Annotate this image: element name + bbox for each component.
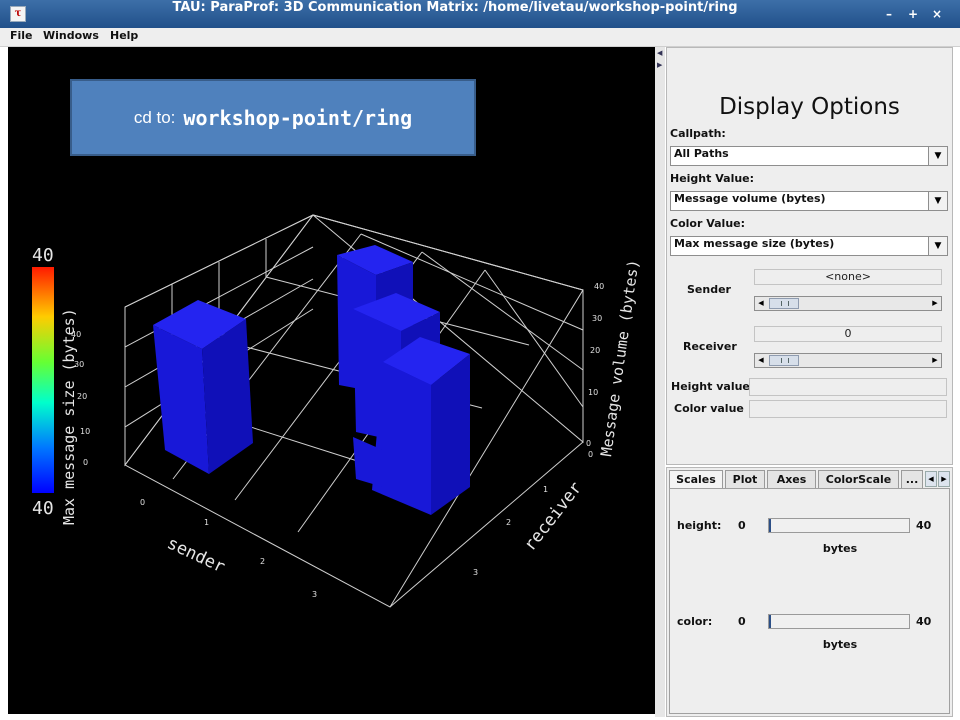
color-scale-label: color: bbox=[677, 615, 713, 628]
colorscale-bottom-label: 40 bbox=[32, 498, 54, 519]
color-value-dropdown[interactable]: Max message size (bytes) ▼ bbox=[670, 236, 948, 256]
color-scale-unit: bytes bbox=[822, 638, 858, 651]
sender-tick-3: 3 bbox=[312, 590, 317, 599]
left-tick-1: 10 bbox=[80, 427, 90, 436]
z-tick-2: 20 bbox=[590, 346, 600, 355]
display-options-panel: Display Options Callpath: All Paths ▼ He… bbox=[666, 47, 953, 465]
tab-scroll-right-icon[interactable]: ▶ bbox=[938, 471, 950, 487]
sender-tick-2: 2 bbox=[260, 557, 265, 566]
sender-label: Sender bbox=[687, 283, 731, 296]
scroll-left-icon[interactable]: ◀ bbox=[755, 354, 767, 367]
menu-file[interactable]: File bbox=[10, 28, 33, 44]
left-tick-2: 20 bbox=[77, 392, 87, 401]
close-icon[interactable]: × bbox=[928, 5, 946, 23]
receiver-slider-thumb[interactable] bbox=[769, 355, 799, 366]
color-scale-max: 40 bbox=[916, 615, 932, 628]
receiver-slider[interactable]: ◀ ▶ bbox=[754, 353, 942, 368]
height-value-field[interactable] bbox=[749, 378, 947, 396]
title-bar: τ TAU: ParaProf: 3D Communication Matrix… bbox=[0, 0, 960, 28]
tab-colorscale[interactable]: ColorScale bbox=[818, 470, 899, 488]
scroll-right-icon[interactable]: ▶ bbox=[929, 354, 941, 367]
height-value-field-label: Height value bbox=[671, 380, 750, 393]
colorscale-top-label: 40 bbox=[32, 245, 54, 266]
collapse-left-icon[interactable]: ◀ bbox=[657, 49, 662, 57]
sender-slider-thumb[interactable] bbox=[769, 298, 799, 309]
tab-more[interactable]: ... bbox=[901, 470, 923, 488]
callpath-value: All Paths bbox=[674, 147, 729, 160]
height-scale-unit: bytes bbox=[822, 542, 858, 555]
height-scale-max: 40 bbox=[916, 519, 932, 532]
callout-prefix: cd to: bbox=[133, 107, 176, 127]
receiver-label: Receiver bbox=[683, 340, 737, 353]
receiver-axis-label: receiver bbox=[520, 478, 586, 555]
chevron-down-icon[interactable]: ▼ bbox=[928, 192, 947, 210]
z-tick-3: 30 bbox=[592, 314, 602, 323]
window-title: TAU: ParaProf: 3D Communication Matrix: … bbox=[172, 0, 738, 15]
colorscale-bar bbox=[32, 267, 54, 493]
receiver-tick-3: 3 bbox=[473, 568, 478, 577]
plot-canvas[interactable]: 0 10 20 30 40 0 10 20 30 40 0 1 2 3 0 1 … bbox=[8, 47, 655, 714]
tab-plot[interactable]: Plot bbox=[725, 470, 765, 488]
color-scale-min: 0 bbox=[738, 615, 746, 628]
tab-scroll-left-icon[interactable]: ◀ bbox=[925, 471, 937, 487]
height-value-dropdown[interactable]: Message volume (bytes) ▼ bbox=[670, 191, 948, 211]
left-tick-0: 0 bbox=[83, 458, 88, 467]
callout-box: cd to: workshop-point/ring bbox=[70, 79, 476, 156]
color-scale-slider[interactable] bbox=[768, 614, 910, 629]
color-value-label: Color Value: bbox=[670, 217, 746, 230]
settings-tab-panel: Scales Plot Axes ColorScale ... ◀ ▶ heig… bbox=[666, 467, 953, 717]
callout-path: workshop-point/ring bbox=[183, 105, 413, 130]
scroll-left-icon[interactable]: ◀ bbox=[755, 297, 767, 310]
height-scale-min: 0 bbox=[738, 519, 746, 532]
maximize-icon[interactable]: + bbox=[904, 5, 922, 23]
sender-tick-0: 0 bbox=[140, 498, 145, 507]
sender-value: <none> bbox=[754, 269, 942, 285]
z-tick-1: 10 bbox=[588, 388, 598, 397]
chevron-down-icon[interactable]: ▼ bbox=[928, 237, 947, 255]
receiver-value: 0 bbox=[754, 326, 942, 342]
z-tick-0: 0 bbox=[586, 439, 591, 448]
collapse-right-icon[interactable]: ▶ bbox=[657, 61, 662, 69]
tau-icon[interactable]: τ bbox=[10, 6, 26, 22]
callpath-dropdown[interactable]: All Paths ▼ bbox=[670, 146, 948, 166]
receiver-tick-0: 0 bbox=[588, 450, 593, 459]
tab-axes[interactable]: Axes bbox=[767, 470, 816, 488]
split-divider[interactable]: ◀ ▶ bbox=[655, 47, 665, 717]
scales-tab-content: height: 0 40 bytes color: 0 40 bytes bbox=[669, 488, 950, 714]
height-value-selected: Message volume (bytes) bbox=[674, 192, 826, 205]
color-value-field[interactable] bbox=[749, 400, 947, 418]
bar-sender0-receiver1[interactable] bbox=[153, 300, 253, 474]
color-value-field-label: Color value bbox=[674, 402, 744, 415]
menu-bar: File Windows Help bbox=[0, 28, 960, 47]
display-options-title: Display Options bbox=[719, 94, 900, 120]
callpath-label: Callpath: bbox=[670, 127, 726, 140]
colorscale-title: Max message size (bytes) bbox=[60, 308, 78, 525]
scroll-right-icon[interactable]: ▶ bbox=[929, 297, 941, 310]
color-scale-knob[interactable] bbox=[769, 615, 771, 628]
receiver-tick-1: 1 bbox=[543, 485, 548, 494]
chevron-down-icon[interactable]: ▼ bbox=[928, 147, 947, 165]
receiver-tick-2: 2 bbox=[506, 518, 511, 527]
minimize-icon[interactable]: – bbox=[880, 5, 898, 23]
menu-windows[interactable]: Windows bbox=[43, 28, 99, 44]
sender-tick-1: 1 bbox=[204, 518, 209, 527]
z-tick-4: 40 bbox=[594, 282, 604, 291]
height-scale-label: height: bbox=[677, 519, 722, 532]
menu-help[interactable]: Help bbox=[110, 28, 138, 44]
height-scale-slider[interactable] bbox=[768, 518, 910, 533]
color-value-selected: Max message size (bytes) bbox=[674, 237, 835, 250]
height-scale-knob[interactable] bbox=[769, 519, 771, 532]
receiver-ticks: 0 1 2 3 bbox=[473, 450, 593, 577]
sender-slider[interactable]: ◀ ▶ bbox=[754, 296, 942, 311]
sender-axis-label: sender bbox=[164, 533, 228, 577]
tab-scales[interactable]: Scales bbox=[669, 470, 723, 489]
height-value-label: Height Value: bbox=[670, 172, 755, 185]
